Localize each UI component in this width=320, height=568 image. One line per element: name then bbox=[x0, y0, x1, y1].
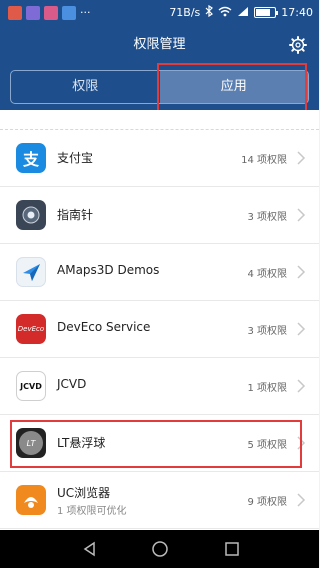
list-item[interactable]: UC浏览器 1 项权限可优化 9 项权限 bbox=[0, 472, 319, 529]
permission-count: 3 项权限 bbox=[247, 326, 287, 337]
list-item[interactable]: 支 支付宝 14 项权限 bbox=[0, 130, 319, 187]
status-bar: ··· 71B/s 17:40 bbox=[0, 0, 319, 28]
chevron-right-icon bbox=[297, 379, 306, 393]
chevron-right-icon bbox=[297, 493, 306, 507]
deveco-icon: DevEco bbox=[16, 314, 46, 344]
jcvd-icon: JCVD bbox=[16, 371, 46, 401]
permission-count: 4 项权限 bbox=[247, 269, 287, 280]
permission-count: 3 项权限 bbox=[247, 212, 287, 223]
permission-count: 14 项权限 bbox=[241, 155, 287, 166]
signal-icon bbox=[237, 6, 249, 20]
gear-icon[interactable] bbox=[287, 34, 309, 56]
chevron-right-icon bbox=[297, 208, 306, 222]
app-name: 支付宝 bbox=[57, 151, 94, 165]
notification-icons: ··· bbox=[8, 6, 91, 20]
battery-icon bbox=[254, 7, 279, 18]
list-item[interactable]: 指南针 3 项权限 bbox=[0, 187, 319, 244]
chevron-right-icon bbox=[297, 265, 306, 279]
list-top-divider bbox=[0, 110, 319, 130]
app-name: AMaps3D Demos bbox=[57, 263, 160, 277]
uc-browser-icon bbox=[16, 485, 46, 515]
back-icon[interactable] bbox=[80, 539, 100, 559]
tab-permissions[interactable]: 权限 bbox=[11, 71, 160, 103]
app-subtitle: 1 项权限可优化 bbox=[57, 506, 127, 517]
notification-app-icon bbox=[26, 6, 40, 20]
permission-count: 9 项权限 bbox=[247, 497, 287, 508]
alipay-icon: 支 bbox=[16, 143, 46, 173]
app-name: UC浏览器 bbox=[57, 486, 111, 500]
app-name: JCVD bbox=[57, 377, 87, 391]
bluetooth-icon bbox=[205, 4, 214, 20]
notification-app-icon bbox=[8, 6, 22, 20]
app-name: DevEco Service bbox=[57, 320, 151, 334]
recents-icon[interactable] bbox=[222, 539, 242, 559]
list-item[interactable]: DevEco DevEco Service 3 项权限 bbox=[0, 301, 319, 358]
app-name: 指南针 bbox=[57, 208, 94, 222]
notification-app-icon bbox=[44, 6, 58, 20]
navigation-bar bbox=[0, 530, 319, 568]
permission-count: 1 项权限 bbox=[247, 383, 287, 394]
page-title: 权限管理 bbox=[133, 37, 186, 52]
top-area: ··· 71B/s 17:40 权限管理 权限 应用 bbox=[0, 0, 319, 113]
list-item[interactable]: AMaps3D Demos 4 项权限 bbox=[0, 244, 319, 301]
row-highlight-box bbox=[10, 420, 302, 468]
header: 权限管理 bbox=[0, 28, 319, 62]
tab-highlight-box bbox=[157, 63, 307, 113]
network-speed: 71B/s bbox=[169, 6, 201, 19]
more-notifications-icon: ··· bbox=[80, 6, 91, 19]
wifi-icon bbox=[218, 6, 232, 20]
home-icon[interactable] bbox=[150, 539, 170, 559]
compass-icon bbox=[16, 200, 46, 230]
status-indicators: 71B/s 17:40 bbox=[169, 4, 313, 20]
chevron-right-icon bbox=[297, 322, 306, 336]
chevron-right-icon bbox=[297, 151, 306, 165]
notification-app-icon bbox=[62, 6, 76, 20]
amaps-icon bbox=[16, 257, 46, 287]
clock: 17:40 bbox=[281, 6, 313, 19]
list-item[interactable]: JCVD JCVD 1 项权限 bbox=[0, 358, 319, 415]
